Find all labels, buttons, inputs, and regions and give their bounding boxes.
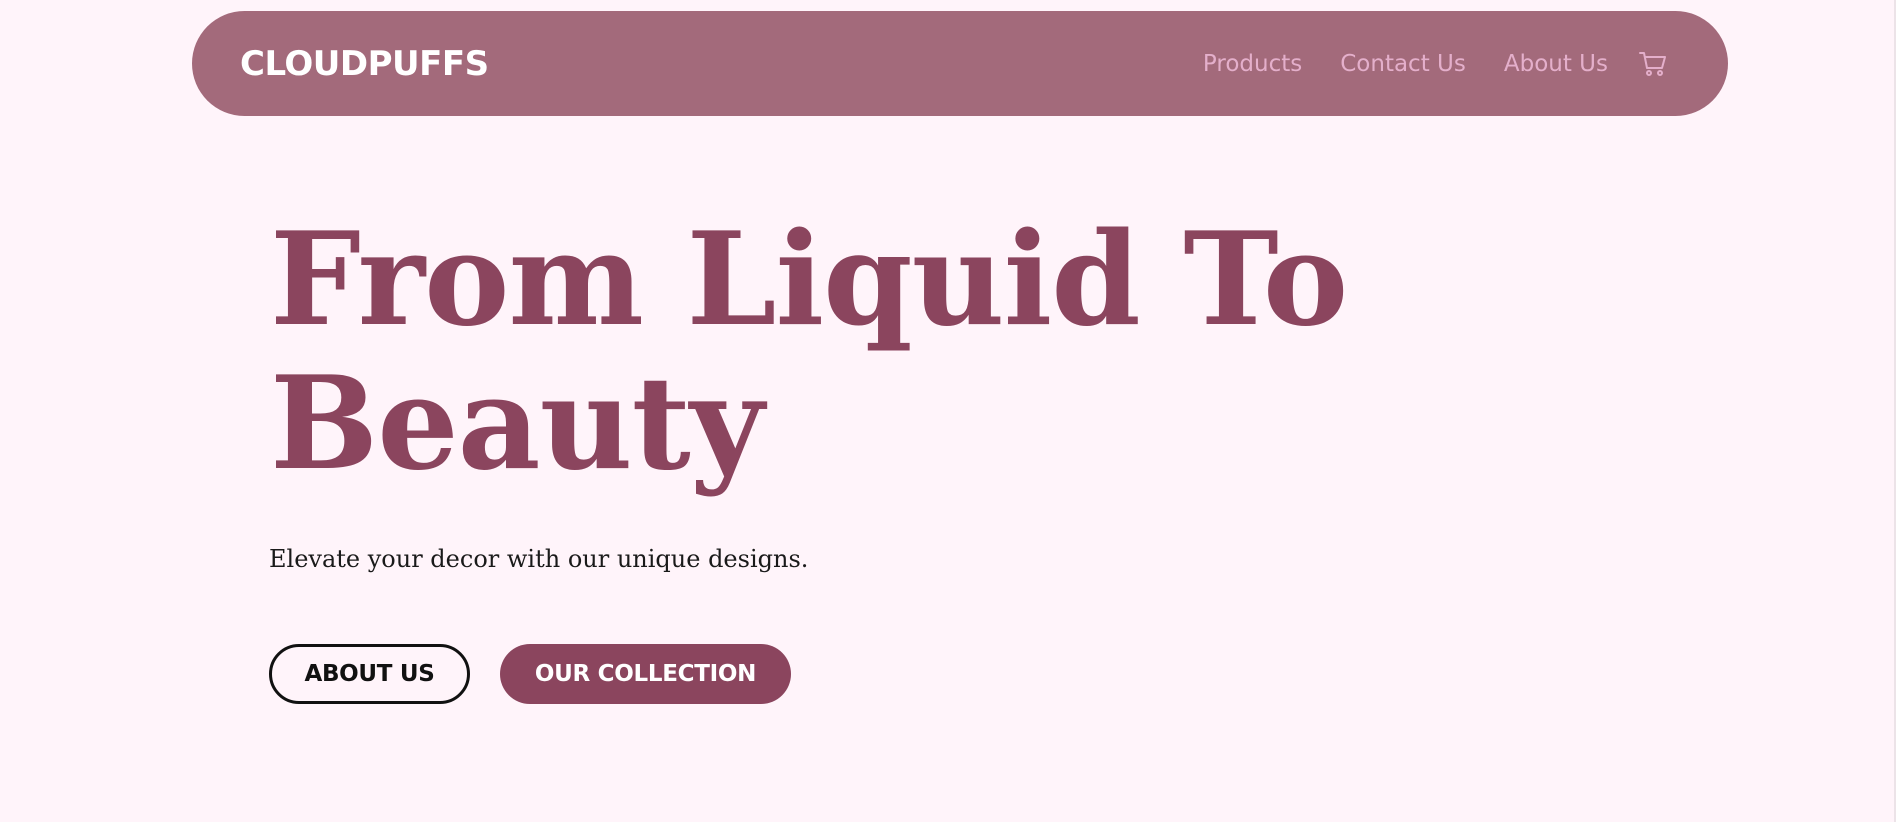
nav-link-about-us[interactable]: About Us bbox=[1504, 51, 1608, 77]
nav-link-products[interactable]: Products bbox=[1203, 51, 1302, 77]
hero-subtitle: Elevate your decor with our unique desig… bbox=[269, 545, 809, 573]
nav-links: Products Contact Us About Us bbox=[1203, 49, 1668, 79]
navbar: CLOUDPUFFS Products Contact Us About Us bbox=[192, 11, 1728, 116]
about-us-button[interactable]: ABOUT US bbox=[269, 644, 470, 704]
shopping-cart-icon[interactable] bbox=[1638, 49, 1668, 79]
hero-title-line-1: From Liquid To bbox=[270, 205, 1348, 355]
our-collection-button[interactable]: OUR COLLECTION bbox=[500, 644, 791, 704]
brand-logo[interactable]: CLOUDPUFFS bbox=[240, 44, 489, 84]
hero-title-line-2: Beauty bbox=[270, 349, 764, 499]
hero-title: From Liquid To Beauty bbox=[270, 208, 1570, 496]
nav-link-contact-us[interactable]: Contact Us bbox=[1340, 51, 1466, 77]
